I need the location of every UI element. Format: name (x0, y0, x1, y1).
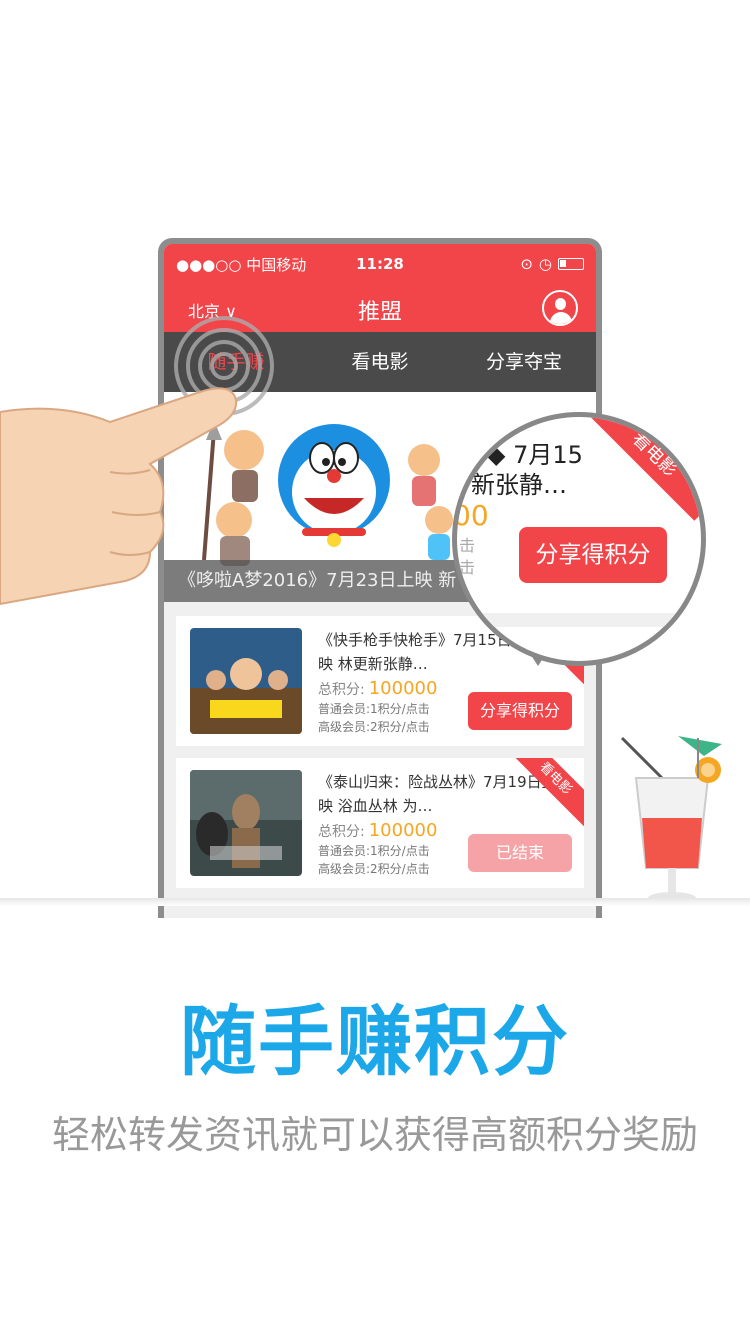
feature-subline: 轻松转发资讯就可以获得高额积分奖励 (51, 1113, 698, 1157)
points-value: 100000 (368, 820, 438, 841)
total-points: 总积分: 100000 (318, 678, 437, 699)
movie-poster (190, 770, 302, 876)
lock-rotation-icon: ⊙ (520, 255, 533, 273)
points-label: 总积分: (318, 682, 365, 698)
magnified-divider (457, 613, 701, 627)
card-title: 《泰山归来：险战丛林》7月19日上映 浴血丛林 为… (318, 773, 557, 815)
ended-button[interactable]: 已结束 (468, 834, 572, 872)
battery-icon (558, 258, 584, 270)
premium-member-rate: 高级会员:2积分/点击 (318, 862, 430, 876)
regular-member-rate: 普通会员:1积分/点击 (318, 702, 430, 716)
magnified-points: 00 (453, 499, 489, 532)
total-points: 总积分: 100000 (318, 820, 437, 841)
points-value: 100000 (368, 678, 438, 699)
status-icons: ⊙ ◷ (448, 255, 584, 273)
premium-member-rate: 高级会员:2积分/点击 (318, 720, 430, 734)
carrier-label: ●●●○○ 中国移动 (176, 255, 307, 274)
status-bar: ●●●○○ 中国移动 11:28 ⊙ ◷ (164, 244, 596, 284)
magnified-title-line2: 新张静… (471, 471, 567, 499)
user-avatar-icon[interactable] (542, 290, 578, 326)
magnifier-callout: ◆ 7月15 新张静… 00 击 击 分享得积分 看电影 (452, 412, 706, 666)
tab-share-treasure[interactable]: 分享夺宝 (452, 332, 596, 392)
section-divider (0, 898, 750, 906)
share-earn-button[interactable]: 分享得积分 (468, 692, 572, 730)
movie-poster (190, 628, 302, 734)
list-item[interactable]: 《泰山归来：险战丛林》7月19日上映 浴血丛林 为… 总积分: 100000 普通… (176, 758, 584, 888)
magnified-share-button[interactable]: 分享得积分 (519, 527, 667, 583)
pointing-hand-icon (0, 387, 238, 606)
points-label: 总积分: (318, 824, 365, 840)
cocktail-icon (620, 736, 722, 904)
magnified-member-text: 击 击 (459, 536, 476, 577)
regular-member-rate: 普通会员:1积分/点击 (318, 844, 430, 858)
magnified-ribbon: 看电影 (588, 417, 701, 521)
tab-movies[interactable]: 看电影 (308, 332, 452, 392)
feature-headline: 随手赚积分 (180, 997, 570, 1086)
clock: 11:28 (356, 255, 404, 273)
alarm-icon: ◷ (538, 255, 552, 273)
